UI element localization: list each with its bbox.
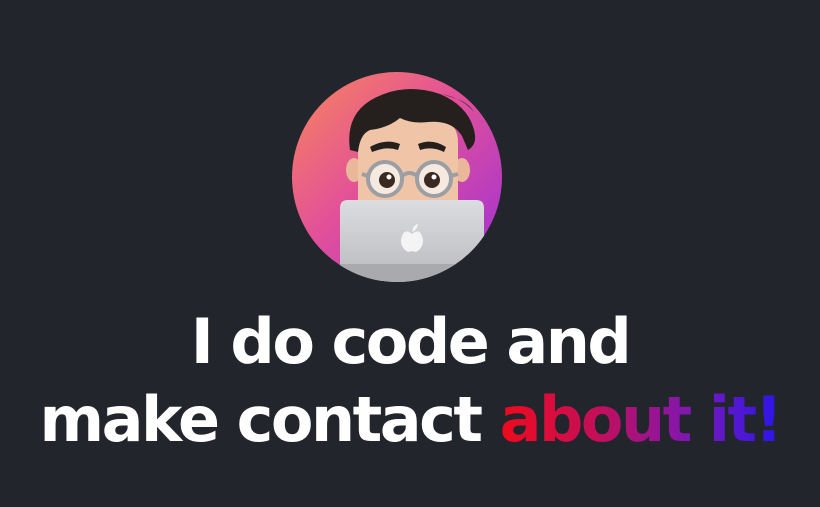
hero-headline: I do code and make contact about it! [0,303,820,459]
avatar [292,72,502,282]
headline-line-1: I do code and [190,305,632,378]
headline-accent: about it! [499,383,783,456]
headline-line-2-plain: make contact [39,383,500,456]
memoji-laptop-avatar-icon [292,72,502,282]
headline-line-2: make contact about it! [0,381,820,459]
hero-section: I do code and make contact about it! [0,0,820,507]
